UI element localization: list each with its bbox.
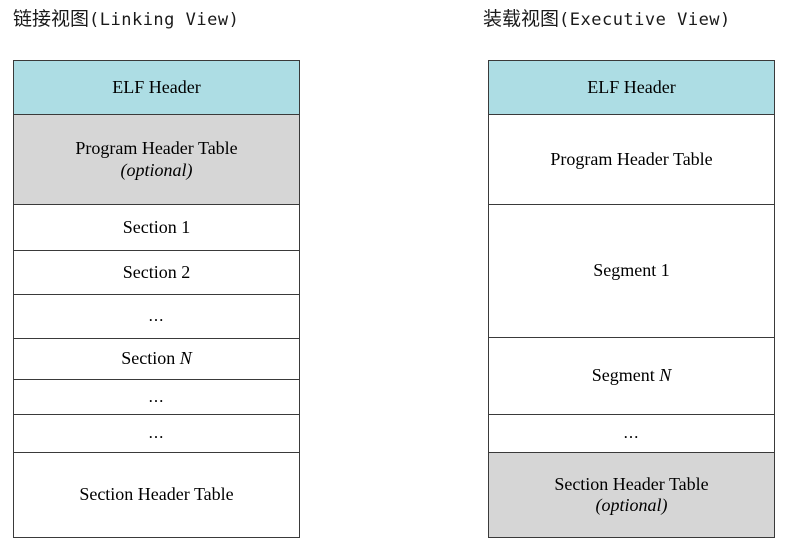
executive-view-title-cjk: 装载视图: [483, 8, 560, 30]
struct-row: Section Header Table: [14, 453, 299, 537]
struct-row: ...: [14, 380, 299, 415]
elf-layout-diagram: 链接视图(Linking View) 装载视图(Executive View) …: [0, 0, 793, 550]
linking-view-title-cjk: 链接视图: [13, 8, 90, 30]
struct-row: Segment N: [489, 338, 774, 415]
struct-row-label: ...: [148, 386, 165, 406]
linking-view-title-latin: (Linking View): [89, 10, 240, 30]
struct-row: Section N: [14, 339, 299, 380]
struct-row-label: ...: [148, 306, 165, 326]
struct-row: Section 2: [14, 251, 299, 295]
struct-row-label: ...: [623, 423, 640, 443]
executive-view-table: ELF Header Program Header Table Segment 1 S…: [488, 60, 775, 538]
executive-view-title-latin: (Executive View): [559, 10, 731, 30]
struct-row-optional-note: (optional): [120, 159, 193, 180]
struct-row: ELF Header: [14, 61, 299, 115]
struct-row-index-variable: N: [179, 348, 192, 369]
struct-row: ...: [489, 415, 774, 453]
struct-row: Program Header Table (optional): [14, 115, 299, 205]
struct-row-label: Program Header Table: [550, 148, 713, 169]
linking-view-table: ELF Header Program Header Table (optional)…: [13, 60, 300, 538]
struct-row-label: Section N: [121, 348, 192, 369]
struct-row: Segment 1: [489, 205, 774, 338]
struct-row-index-variable: N: [659, 365, 672, 386]
struct-row-optional-note: (optional): [595, 495, 668, 515]
struct-row: ...: [14, 295, 299, 339]
struct-row-label: Section 1: [122, 216, 191, 237]
struct-row-label: Program Header Table: [75, 138, 238, 159]
executive-view-title: 装载视图(Executive View): [483, 10, 731, 29]
struct-row-label: Section Header Table: [79, 484, 234, 505]
struct-row-label: Section 2: [122, 261, 191, 282]
struct-row: ...: [14, 415, 299, 453]
struct-row: Section 1: [14, 205, 299, 251]
struct-row-label: Segment N: [591, 365, 672, 386]
struct-row-label: ELF Header: [112, 76, 201, 97]
linking-view-title: 链接视图(Linking View): [13, 10, 239, 29]
struct-row-label: ELF Header: [587, 76, 676, 97]
struct-row-label: ...: [148, 423, 165, 443]
struct-row-label: Section Header Table: [554, 473, 709, 494]
struct-row: Section Header Table (optional): [489, 453, 774, 537]
struct-row: ELF Header: [489, 61, 774, 115]
struct-row: Program Header Table: [489, 115, 774, 205]
struct-row-label: Segment 1: [593, 260, 670, 281]
